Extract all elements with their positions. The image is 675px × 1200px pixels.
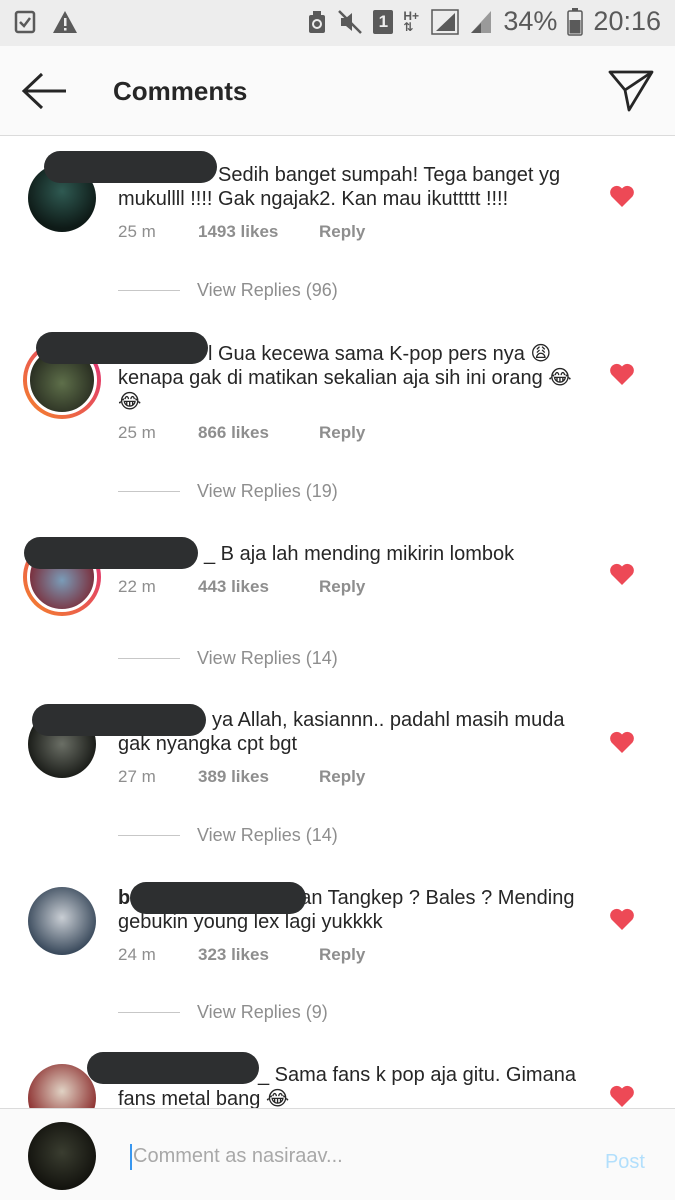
mute-icon — [338, 9, 363, 34]
view-replies-label: View Replies (14) — [197, 825, 338, 845]
view-replies-label: View Replies (19) — [197, 481, 338, 501]
view-replies-label: View Replies (14) — [197, 648, 338, 668]
replies-divider — [118, 1012, 180, 1013]
status-right-icons: 1 H+ ⇅ 34% 20:16 — [307, 6, 661, 37]
replies-divider — [118, 290, 180, 291]
comment-composer: Comment as nasiraav... Post — [0, 1108, 675, 1200]
heart-icon[interactable] — [609, 562, 635, 586]
comment-time: 24 m — [118, 945, 156, 964]
comment-text: l Gua kecewa sama K-pop pers nya 😩 kenap… — [118, 343, 572, 413]
view-replies-button[interactable]: View Replies (14) — [118, 648, 338, 669]
like-count[interactable]: 389 likes — [198, 767, 319, 787]
comment-time: 25 m — [118, 222, 156, 241]
top-app-bar: Comments — [0, 46, 675, 136]
comment-time: 22 m — [118, 577, 156, 596]
comment-item: _ B aja lah mending mikirin lombok 22 m … — [0, 526, 675, 676]
comment-text: Sedih banget sumpah! Tega banget yg muku… — [118, 164, 561, 210]
heart-icon[interactable] — [609, 1084, 635, 1108]
view-replies-button[interactable]: View Replies (96) — [118, 280, 338, 301]
like-count[interactable]: 866 likes — [198, 423, 319, 443]
like-count[interactable]: 323 likes — [198, 945, 319, 965]
comment-input[interactable]: Comment as nasiraav... — [133, 1145, 343, 1168]
battery-percent: 34% — [503, 6, 558, 36]
comment-time: 27 m — [118, 767, 156, 786]
comment-item: b an Tangkep ? Bales ? Mending gebukin yo… — [0, 870, 675, 1030]
comment-meta: 25 m 866 likes Reply — [118, 423, 365, 443]
comment-text: ya Allah, kasiannn.. padahl masih muda g… — [118, 709, 565, 755]
redacted-username — [130, 882, 306, 914]
signal-icon-2 — [471, 10, 492, 33]
view-replies-label: View Replies (96) — [197, 280, 338, 300]
avatar — [28, 1122, 96, 1190]
comment-item: _ Sama fans k pop aja gitu. Gimana fans … — [0, 1048, 675, 1108]
comment-meta: 25 m 1493 likes Reply — [118, 222, 365, 242]
network-type: H+ ⇅ — [403, 8, 420, 34]
replies-divider — [118, 835, 180, 836]
clock: 20:16 — [593, 6, 661, 36]
comment-meta: 24 m 323 likes Reply — [118, 945, 365, 965]
checklist-icon — [14, 10, 36, 34]
battery-icon — [567, 7, 584, 36]
heart-icon[interactable] — [609, 362, 635, 386]
comment-text: _ Sama fans k pop aja gitu. Gimana fans … — [118, 1064, 576, 1108]
recycle-icon — [309, 10, 326, 33]
status-bar: 1 H+ ⇅ 34% 20:16 — [0, 0, 675, 46]
like-count[interactable]: 1493 likes — [198, 222, 319, 242]
warning-icon — [53, 11, 77, 33]
comment-item: l Gua kecewa sama K-pop pers nya 😩 kenap… — [0, 326, 675, 506]
arrow-left-icon — [21, 72, 66, 110]
post-button[interactable]: Post — [605, 1151, 645, 1174]
reply-button[interactable]: Reply — [319, 423, 365, 443]
reply-button[interactable]: Reply — [319, 222, 365, 242]
share-button[interactable] — [607, 68, 655, 114]
page-title: Comments — [113, 76, 248, 106]
like-count[interactable]: 443 likes — [198, 577, 319, 597]
comment-time: 25 m — [118, 423, 156, 442]
reply-button[interactable]: Reply — [319, 577, 365, 597]
comment-item: ya Allah, kasiannn.. padahl masih muda g… — [0, 694, 675, 854]
comment-item: Sedih banget sumpah! Tega banget yg muku… — [0, 146, 675, 306]
reply-button[interactable]: Reply — [319, 767, 365, 787]
view-replies-button[interactable]: View Replies (19) — [118, 481, 338, 502]
comment-text: _ B aja lah mending mikirin lombok — [204, 543, 515, 565]
view-replies-button[interactable]: View Replies (9) — [118, 1002, 328, 1023]
back-button[interactable] — [20, 71, 70, 111]
text-caret — [130, 1144, 132, 1170]
avatar[interactable] — [28, 1064, 96, 1108]
replies-divider — [118, 658, 180, 659]
paper-plane-icon — [608, 70, 654, 112]
username-prefix[interactable]: b — [118, 887, 130, 909]
heart-icon[interactable] — [609, 730, 635, 754]
replies-divider — [118, 491, 180, 492]
reply-button[interactable]: Reply — [319, 945, 365, 965]
signal-icon — [431, 8, 460, 35]
heart-icon[interactable] — [609, 184, 635, 208]
avatar[interactable] — [28, 887, 96, 955]
comment-meta: 22 m 443 likes Reply — [118, 577, 365, 597]
comment-meta: 27 m 389 likes Reply — [118, 767, 365, 787]
view-replies-button[interactable]: View Replies (14) — [118, 825, 338, 846]
status-left-icons — [14, 10, 78, 34]
sim-badge: 1 — [373, 9, 394, 34]
view-replies-label: View Replies (9) — [197, 1002, 328, 1022]
heart-icon[interactable] — [609, 907, 635, 931]
